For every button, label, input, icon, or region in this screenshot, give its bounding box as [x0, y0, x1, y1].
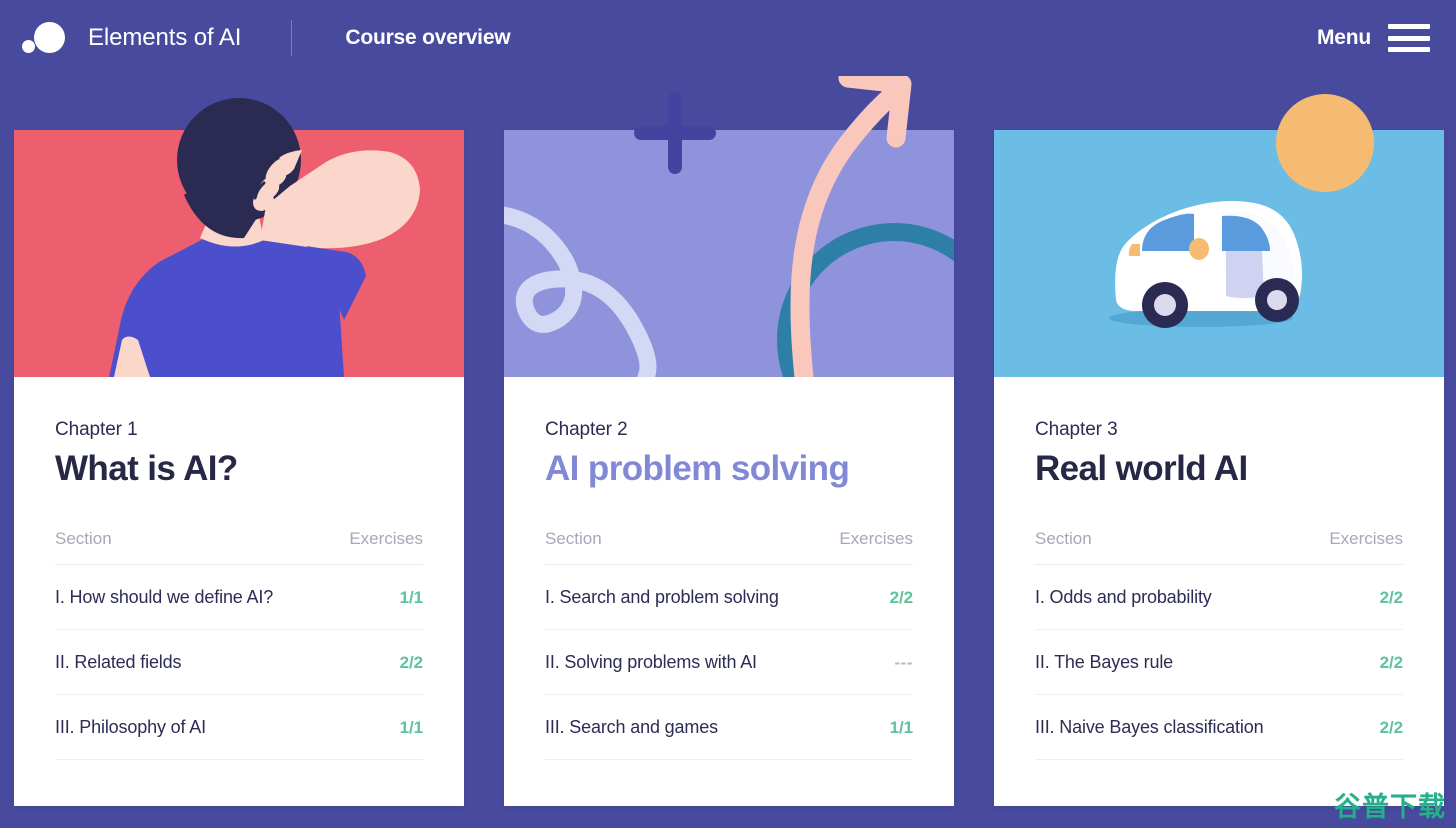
- logo-large-circle: [34, 22, 65, 53]
- section-exercise-count: ---: [894, 653, 913, 673]
- card3-panel: [994, 130, 1444, 377]
- chapter-title: What is AI?: [55, 449, 238, 488]
- section-row[interactable]: I. Search and problem solving 2/2: [545, 565, 913, 631]
- chapter-label: Chapter 1: [55, 419, 138, 440]
- abstract-shapes-arrow-illustration: [504, 68, 954, 377]
- section-name: III. Search and games: [545, 717, 718, 738]
- section-exercise-count: 2/2: [1379, 653, 1403, 673]
- chapter-title: Real world AI: [1035, 449, 1248, 488]
- header-divider: [291, 20, 293, 56]
- menu-label: Menu: [1316, 26, 1371, 49]
- section-row[interactable]: II. The Bayes rule 2/2: [1035, 630, 1403, 696]
- section-exercise-count: 2/2: [399, 653, 423, 673]
- column-header-exercises: Exercises: [1329, 529, 1403, 549]
- card2-panel: [504, 130, 954, 377]
- menu-button[interactable]: Menu: [1317, 24, 1430, 52]
- section-exercise-count: 1/1: [889, 718, 913, 738]
- section-row[interactable]: I. Odds and probability 2/2: [1035, 565, 1403, 631]
- card-body: Chapter 1 What is AI? Section Exercises …: [14, 377, 464, 806]
- column-header-section: Section: [545, 529, 602, 549]
- chapter-card-grid: Chapter 1 What is AI? Section Exercises …: [0, 0, 1456, 828]
- section-table-header: Section Exercises: [1035, 529, 1403, 566]
- person-scratching-head-illustration: [14, 98, 464, 377]
- section-table-header: Section Exercises: [55, 529, 423, 566]
- section-row[interactable]: III. Naive Bayes classification 2/2: [1035, 695, 1403, 761]
- column-header-section: Section: [1035, 529, 1092, 549]
- column-header-exercises: Exercises: [839, 529, 913, 549]
- section-name: III. Naive Bayes classification: [1035, 717, 1264, 738]
- section-name: I. How should we define AI?: [55, 587, 274, 608]
- chapter-label: Chapter 3: [1035, 419, 1118, 440]
- section-name: II. Solving problems with AI: [545, 652, 757, 673]
- card-body: Chapter 2 AI problem solving Section Exe…: [504, 377, 954, 806]
- card1-panel: [14, 130, 464, 377]
- section-exercise-count: 2/2: [1379, 718, 1403, 738]
- section-name: I. Odds and probability: [1035, 587, 1212, 608]
- section-row[interactable]: II. Related fields 2/2: [55, 630, 423, 696]
- section-row[interactable]: III. Search and games 1/1: [545, 695, 913, 761]
- elements-of-ai-logo[interactable]: [21, 18, 67, 58]
- section-exercise-count: 2/2: [889, 588, 913, 608]
- section-exercise-count: 1/1: [399, 718, 423, 738]
- section-name: III. Philosophy of AI: [55, 717, 206, 738]
- section-row[interactable]: II. Solving problems with AI ---: [545, 630, 913, 696]
- chapter-card[interactable]: Chapter 2 AI problem solving Section Exe…: [504, 68, 954, 806]
- section-name: I. Search and problem solving: [545, 587, 779, 608]
- chapter-card[interactable]: Chapter 3 Real world AI Section Exercise…: [994, 94, 1444, 806]
- app-header: Elements of AI Course overview Menu: [0, 0, 1456, 76]
- section-name: II. Related fields: [55, 652, 182, 673]
- chapter-title: AI problem solving: [545, 449, 850, 488]
- section-row[interactable]: III. Philosophy of AI 1/1: [55, 695, 423, 761]
- section-name: II. The Bayes rule: [1035, 652, 1174, 673]
- hamburger-icon[interactable]: [1388, 24, 1430, 52]
- section-row[interactable]: I. How should we define AI? 1/1: [55, 565, 423, 631]
- column-header-exercises: Exercises: [349, 529, 423, 549]
- self-driving-car-illustration: [994, 94, 1444, 377]
- section-exercise-count: 1/1: [399, 588, 423, 608]
- column-header-section: Section: [55, 529, 112, 549]
- card-body: Chapter 3 Real world AI Section Exercise…: [994, 377, 1444, 806]
- brand-name[interactable]: Elements of AI: [88, 24, 241, 52]
- page-title: Course overview: [345, 26, 511, 49]
- chapter-label: Chapter 2: [545, 419, 628, 440]
- chapter-card[interactable]: Chapter 1 What is AI? Section Exercises …: [14, 98, 464, 806]
- section-table-header: Section Exercises: [545, 529, 913, 566]
- logo-small-circle: [22, 40, 35, 53]
- watermark: 谷普下载: [1334, 792, 1446, 823]
- section-exercise-count: 2/2: [1379, 588, 1403, 608]
